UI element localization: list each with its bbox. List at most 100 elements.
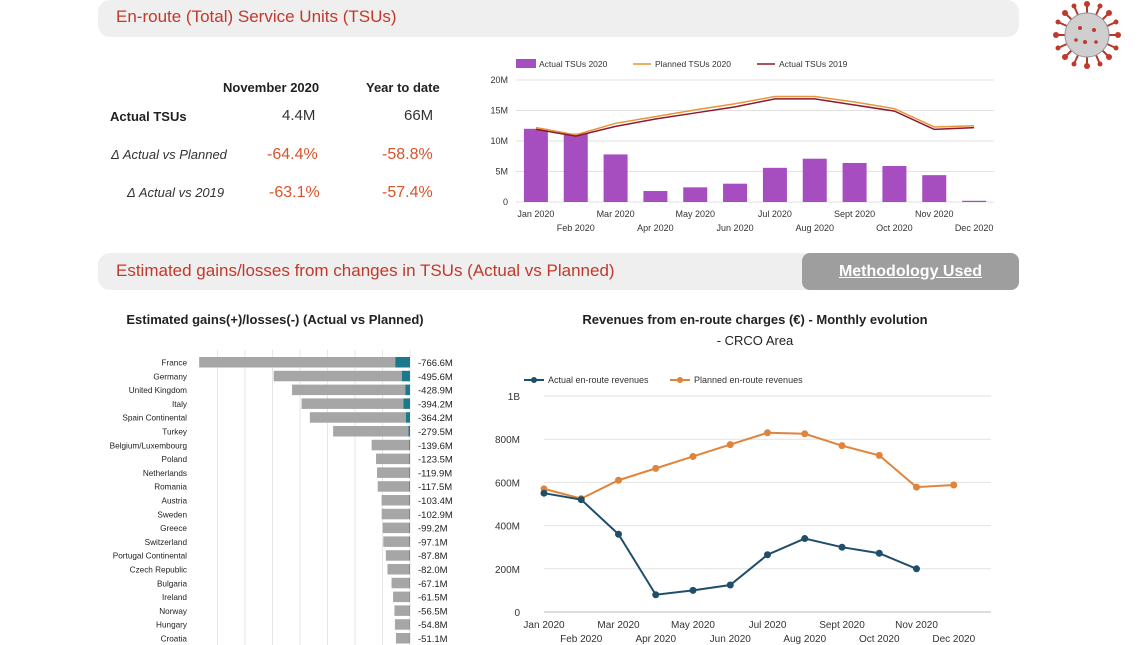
- x-tick-label: Oct 2020: [876, 223, 913, 233]
- x-tick-label: Sept 2020: [834, 209, 875, 219]
- bar-teal: [409, 522, 410, 534]
- x-tick-label: Apr 2020: [635, 634, 676, 645]
- value-label: -394.2M: [418, 399, 453, 410]
- point: [689, 586, 697, 594]
- point: [689, 452, 697, 460]
- bar-gray: [273, 370, 402, 382]
- kpi-label-actual-tsus: Actual TSUs: [110, 109, 187, 124]
- point: [838, 442, 846, 450]
- y-tick-label: 0: [514, 608, 520, 619]
- bar-teal: [401, 370, 410, 382]
- tsu-section-header: En-route (Total) Service Units (TSUs): [98, 0, 1019, 37]
- value-label: -364.2M: [418, 413, 453, 424]
- bar-teal: [395, 357, 410, 368]
- legend-dot-actual: [531, 377, 537, 383]
- value-label: -123.5M: [418, 455, 453, 466]
- bar-teal: [405, 412, 410, 423]
- x-tick-label: Jul 2020: [758, 209, 792, 219]
- x-tick-label: May 2020: [671, 620, 715, 631]
- bar-teal: [409, 508, 410, 520]
- legend-actual-2019: Actual TSUs 2019: [779, 59, 848, 69]
- x-tick-label: Dec 2020: [932, 634, 975, 645]
- country-label: France: [162, 359, 188, 368]
- revenue-chart: 0 200M 400M 600M 800M 1B Jan 2020 Feb 2020 Mar 2…: [495, 375, 991, 645]
- value-label: -119.9M: [418, 468, 452, 479]
- bar-gray: [301, 398, 404, 409]
- bar-gray: [385, 550, 410, 561]
- line-planned-revenues: [543, 431, 954, 500]
- y-tick-label: 5M: [495, 167, 508, 177]
- gains-chart-title: Estimated gains(+)/losses(-) (Actual vs …: [126, 312, 424, 327]
- country-label: Romania: [154, 483, 187, 492]
- bar-gray: [382, 522, 410, 534]
- value-label: -99.2M: [418, 524, 448, 535]
- bar-gray: [376, 453, 410, 465]
- legend-planned: Planned en-route revenues: [694, 375, 803, 385]
- tsu-monthly-chart: 0 5M 10M 15M 20M Jan 2020Feb 2020Mar 2020Apr …: [490, 59, 994, 233]
- bar-teal: [409, 495, 410, 506]
- x-tick-label: Nov 2020: [915, 209, 954, 219]
- bar-gray: [377, 467, 410, 478]
- bar-teal: [409, 481, 410, 492]
- kpi-label-vs-2019: Δ Actual vs 2019: [127, 185, 225, 200]
- country-label: Norway: [159, 607, 188, 616]
- bar-gray: [393, 591, 410, 603]
- bar-gray: [394, 605, 410, 616]
- point: [615, 530, 622, 538]
- methodology-button[interactable]: Methodology Used: [802, 253, 1019, 290]
- value-label: -54.8M: [418, 620, 448, 631]
- coronavirus-icon: [1053, 1, 1121, 69]
- country-label: Portugal Continental: [113, 552, 187, 561]
- point: [652, 591, 660, 599]
- bar-actual-tsus-2020: [882, 166, 907, 202]
- bar-gray: [199, 357, 396, 368]
- bar-gray: [394, 619, 410, 630]
- point: [838, 543, 846, 551]
- value-label: -67.1M: [418, 579, 448, 590]
- y-tick-label: 600M: [495, 478, 520, 489]
- value-label: -51.1M: [418, 634, 448, 645]
- bar-actual-tsus-2020: [523, 128, 548, 202]
- point: [652, 464, 660, 472]
- x-tick-label: Mar 2020: [597, 620, 640, 631]
- x-tick-label: Dec 2020: [955, 223, 994, 233]
- point: [615, 476, 622, 484]
- country-label: Greece: [160, 524, 187, 533]
- point: [875, 549, 883, 557]
- point: [875, 451, 883, 459]
- point: [764, 429, 771, 437]
- point: [726, 441, 734, 449]
- y-tick-label: 400M: [495, 522, 520, 533]
- bar-actual-tsus-2020: [683, 187, 708, 202]
- country-label: United Kingdom: [129, 386, 187, 395]
- kpi-actual-tsus-ytd: 66M: [404, 107, 434, 124]
- country-label: Netherlands: [143, 469, 187, 478]
- x-tick-label: Aug 2020: [795, 223, 834, 233]
- y-tick-label: 800M: [495, 435, 520, 446]
- bar-gray: [391, 577, 410, 589]
- bar-gray: [371, 439, 410, 451]
- bar-teal: [409, 439, 410, 451]
- point: [577, 496, 585, 504]
- bar-actual-tsus-2020: [922, 175, 947, 202]
- x-tick-label: Jan 2020: [523, 620, 565, 631]
- x-tick-label: Feb 2020: [560, 634, 603, 645]
- kpi-vs-2019-ytd: -57.4%: [382, 184, 433, 201]
- bar-teal: [409, 453, 410, 465]
- value-label: -56.5M: [418, 606, 448, 617]
- value-label: -87.8M: [418, 551, 448, 562]
- kpi-label-vs-planned: Δ Actual vs Planned: [111, 147, 227, 162]
- value-label: -117.5M: [418, 482, 452, 493]
- value-label: -279.5M: [418, 427, 453, 438]
- point: [801, 430, 809, 438]
- legend-planned-2020: Planned TSUs 2020: [655, 59, 731, 69]
- kpi-vs-2019-month: -63.1%: [269, 184, 320, 201]
- bar-gray: [333, 426, 410, 437]
- country-label: Sweden: [157, 510, 187, 519]
- point: [764, 551, 771, 559]
- value-label: -495.6M: [418, 372, 453, 383]
- bar-actual-tsus-2020: [762, 167, 787, 202]
- x-tick-label: Jun 2020: [710, 634, 752, 645]
- gains-losses-chart: France -766.6M Germany -495.6M United Kingdo…: [110, 350, 453, 645]
- country-label: Ireland: [162, 593, 187, 602]
